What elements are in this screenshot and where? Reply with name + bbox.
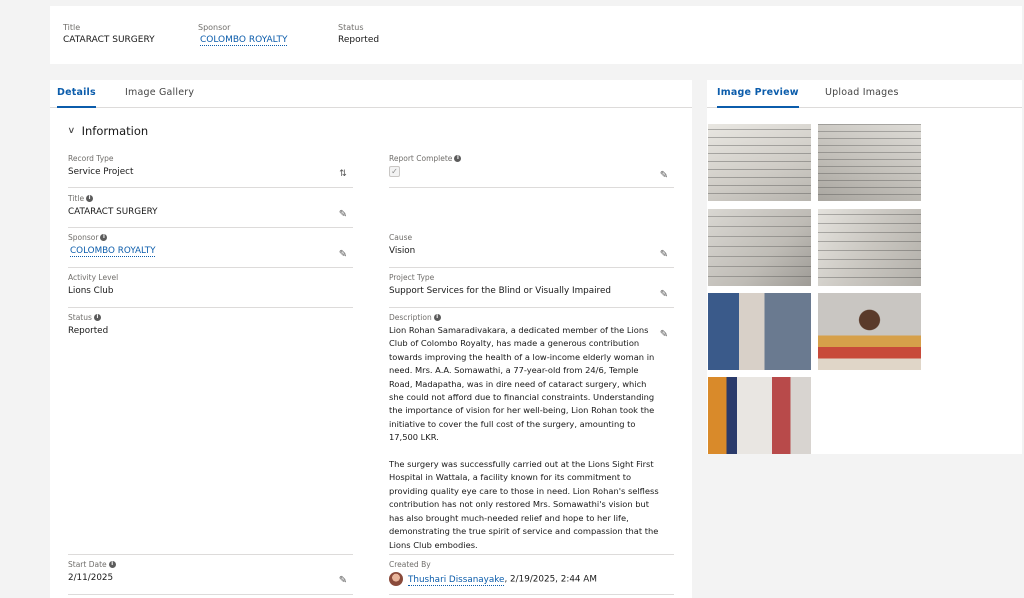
details-tabbar: Details Image Gallery [50, 80, 692, 108]
field-value: Lions Club [68, 286, 114, 296]
field-description: Description i Lion Rohan Samaradivakara, … [389, 312, 674, 555]
field-label: Report Complete [389, 153, 453, 163]
details-panel: Details Image Gallery ∨ Information Reco… [50, 80, 692, 598]
header-title-value: CATARACT SURGERY [63, 35, 155, 45]
document-photo-1[interactable] [708, 124, 811, 201]
field-created-by: Created By Thushari Dissanayake, 2/19/20… [389, 559, 674, 595]
field-label: Project Type [389, 272, 435, 282]
header-status-value: Reported [338, 35, 380, 45]
field-value: Support Services for the Blind or Visual… [389, 286, 611, 296]
created-timestamp: , 2/19/2025, 2:44 AM [504, 574, 597, 585]
tab-image-gallery[interactable]: Image Gallery [125, 80, 194, 108]
description-text: Lion Rohan Samaradivakara, a dedicated m… [389, 325, 659, 550]
field-label: Activity Level [68, 272, 119, 282]
field-record-type: Record Type Service Project ⇅ [68, 153, 353, 188]
header-status-field: Status Reported [338, 23, 379, 45]
info-icon[interactable]: i [454, 154, 462, 162]
header-sponsor-label: Sponsor [198, 23, 231, 32]
image-tabbar: Image Preview Upload Images [707, 80, 1022, 108]
field-label: Created By [389, 559, 431, 569]
created-by-user-link[interactable]: Thushari Dissanayake [408, 574, 505, 586]
field-project-type: Project Type Support Services for the Bl… [389, 272, 674, 308]
tab-details[interactable]: Details [57, 80, 96, 108]
field-value: Service Project [68, 167, 134, 177]
info-icon[interactable]: i [108, 560, 116, 568]
header-sponsor-link[interactable]: COLOMBO ROYALTY [200, 35, 288, 46]
field-value: CATARACT SURGERY [68, 207, 158, 217]
edit-pencil-icon[interactable]: ✎ [658, 170, 670, 182]
section-title: Information [81, 124, 149, 138]
info-icon[interactable]: i [93, 313, 101, 321]
avatar [389, 572, 403, 586]
tab-upload-images[interactable]: Upload Images [825, 80, 899, 108]
field-label: Cause [389, 232, 413, 242]
field-label: Status [68, 312, 92, 322]
chevron-down-icon: ∨ [67, 126, 76, 136]
info-icon[interactable]: i [86, 194, 94, 202]
patient-photo[interactable] [818, 293, 921, 370]
image-preview-panel: Image Preview Upload Images [707, 80, 1022, 454]
header-sponsor-field: Sponsor COLOMBO ROYALTY [198, 23, 288, 46]
edit-pencil-icon[interactable]: ✎ [658, 329, 670, 341]
edit-pencil-icon[interactable]: ✎ [337, 575, 349, 587]
field-report-complete: Report Complete i ✓ ✎ [389, 153, 674, 188]
edit-pencil-icon[interactable]: ✎ [658, 289, 670, 301]
edit-pencil-icon[interactable]: ✎ [337, 249, 349, 261]
info-icon[interactable]: i [433, 313, 441, 321]
field-label: Title [68, 193, 85, 203]
info-icon[interactable]: i [100, 233, 108, 241]
report-complete-checkbox: ✓ [389, 166, 400, 177]
field-start-date: Start Date i 2/11/2025 ✎ [68, 559, 353, 595]
field-value: Reported [68, 326, 109, 336]
sponsor-link[interactable]: COLOMBO ROYALTY [70, 246, 156, 257]
record-header: Title CATARACT SURGERY Sponsor COLOMBO R… [50, 6, 1022, 64]
collage-photo[interactable] [708, 293, 811, 370]
document-photo-2[interactable] [818, 124, 921, 201]
field-value: 2/11/2025 [68, 573, 114, 583]
edit-pencil-icon[interactable]: ✎ [658, 249, 670, 261]
field-sponsor: Sponsor i COLOMBO ROYALTY ✎ [68, 232, 353, 268]
document-photo-4[interactable] [818, 209, 921, 286]
change-record-type-icon[interactable]: ⇅ [337, 168, 349, 180]
tab-image-preview[interactable]: Image Preview [717, 80, 799, 108]
field-cause: Cause Vision ✎ [389, 232, 674, 268]
field-label: Sponsor [68, 232, 99, 242]
field-value: Vision [389, 246, 416, 256]
header-title-field: Title CATARACT SURGERY [63, 23, 155, 45]
field-status: Status i Reported [68, 312, 353, 555]
information-section-toggle[interactable]: ∨ Information [67, 124, 149, 138]
field-label: Record Type [68, 153, 114, 163]
header-status-label: Status [338, 23, 364, 32]
header-title-label: Title [63, 23, 81, 32]
field-title: Title i CATARACT SURGERY ✎ [68, 193, 353, 228]
doctor-visit-photo[interactable] [708, 377, 811, 454]
edit-pencil-icon[interactable]: ✎ [337, 209, 349, 221]
document-photo-3[interactable] [708, 209, 811, 286]
field-label: Start Date [68, 559, 107, 569]
field-activity-level: Activity Level Lions Club [68, 272, 353, 308]
field-label: Description [389, 312, 432, 322]
